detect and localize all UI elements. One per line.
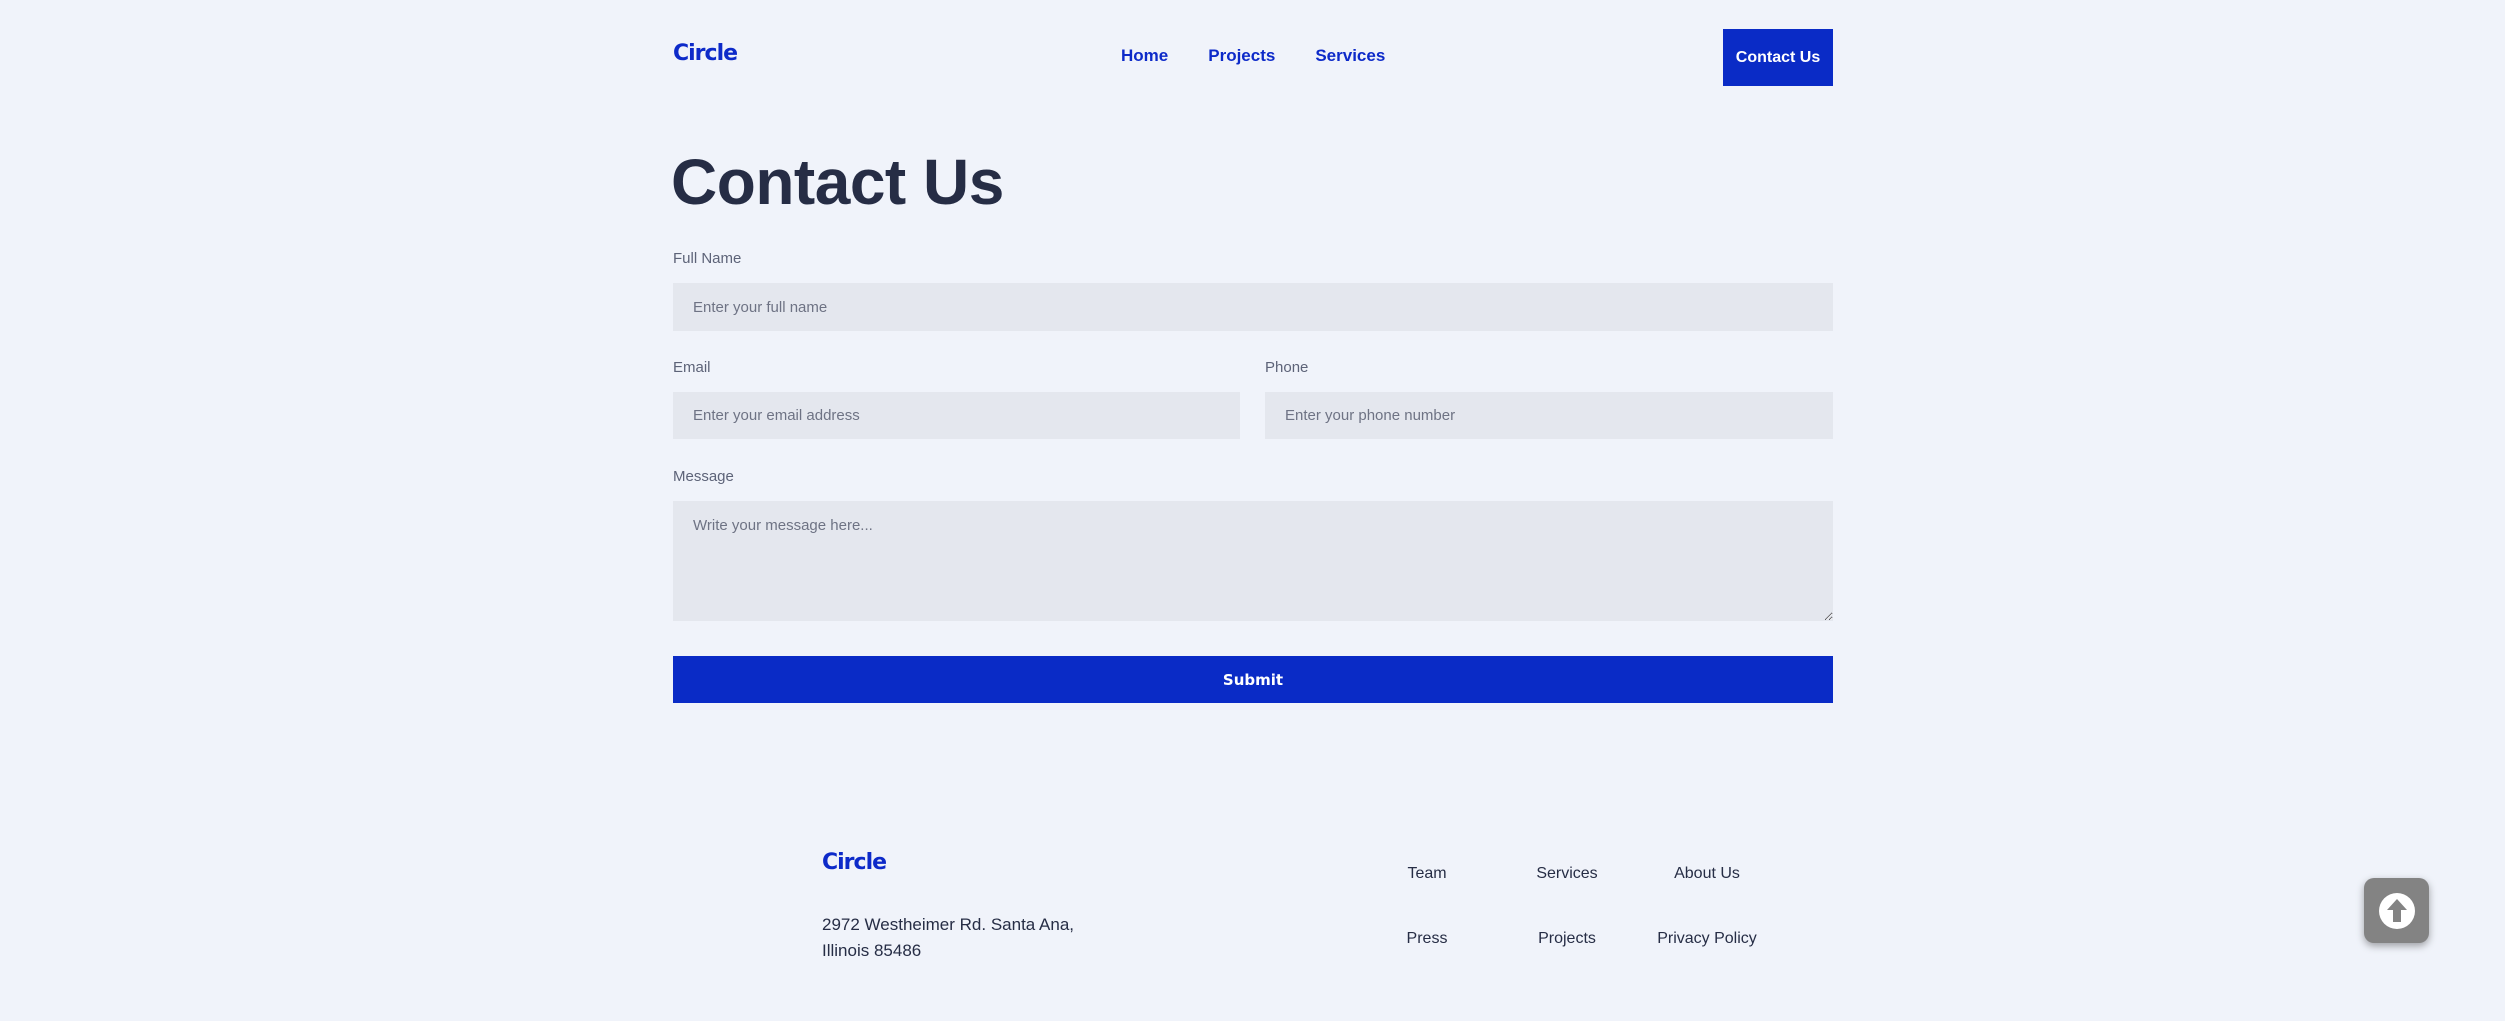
footer-link-team[interactable]: Team (1367, 865, 1487, 883)
footer-link-press[interactable]: Press (1367, 930, 1487, 948)
main-nav: Home Projects Services (1121, 46, 1385, 66)
page-title: Contact Us (671, 146, 1004, 218)
site-header: Circle Home Projects Services Contact Us (673, 29, 1833, 86)
nav-home[interactable]: Home (1121, 46, 1168, 66)
email-label: Email (673, 359, 711, 376)
address-line-2: Illinois 85486 (822, 941, 922, 960)
footer-address: 2972 Westheimer Rd. Santa Ana, Illinois … (822, 912, 1122, 964)
nav-services[interactable]: Services (1315, 46, 1385, 66)
footer-link-about-us[interactable]: About Us (1647, 865, 1767, 883)
footer-link-projects[interactable]: Projects (1507, 930, 1627, 948)
footer-logo[interactable]: Circle (822, 850, 887, 875)
email-input[interactable] (673, 392, 1240, 439)
footer-link-services[interactable]: Services (1507, 865, 1627, 883)
submit-button[interactable]: Submit (673, 656, 1833, 703)
arrow-up-circle-icon (2378, 892, 2415, 929)
logo[interactable]: Circle (673, 41, 738, 66)
nav-projects[interactable]: Projects (1208, 46, 1275, 66)
message-textarea[interactable] (673, 501, 1833, 621)
address-line-1: 2972 Westheimer Rd. Santa Ana, (822, 915, 1075, 934)
phone-label: Phone (1265, 359, 1309, 376)
contact-us-button[interactable]: Contact Us (1723, 29, 1833, 86)
scroll-to-top-button[interactable] (2364, 878, 2429, 943)
full-name-label: Full Name (673, 250, 742, 267)
full-name-input[interactable] (673, 283, 1833, 331)
footer-link-privacy-policy[interactable]: Privacy Policy (1647, 930, 1767, 948)
phone-input[interactable] (1265, 392, 1833, 439)
message-label: Message (673, 468, 734, 485)
